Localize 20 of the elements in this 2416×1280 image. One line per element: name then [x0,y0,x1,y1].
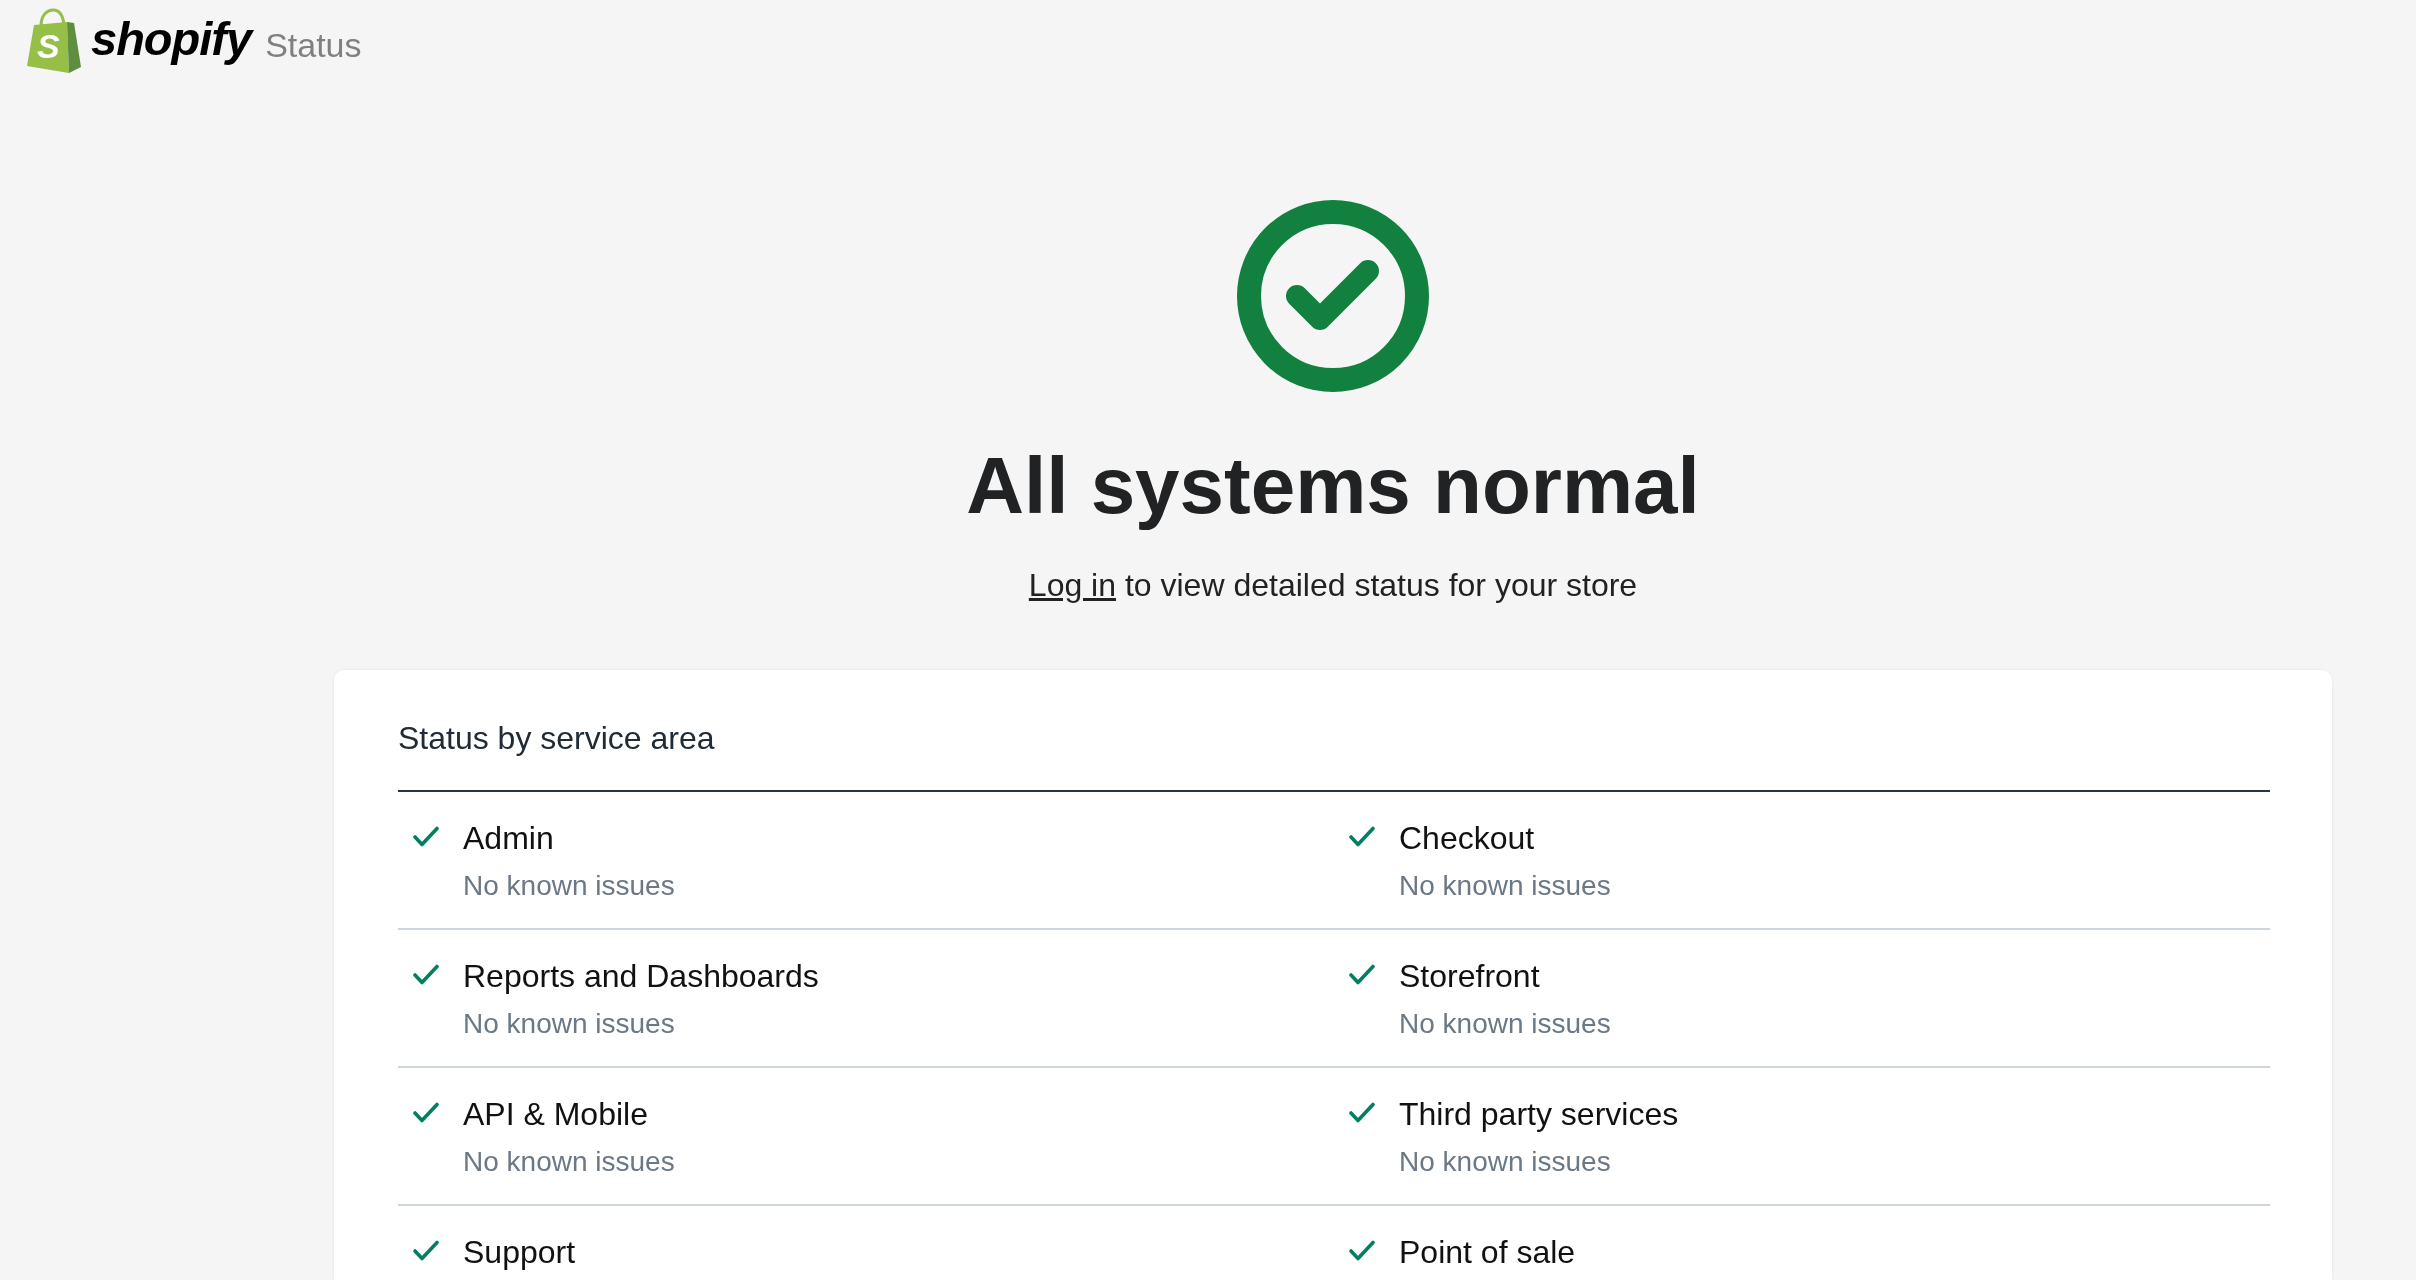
login-link[interactable]: Log in [1028,567,1116,603]
service-status: No known issues [1399,1144,1612,1179]
shopping-bag-icon [26,8,82,73]
service-status: No known issues [463,1006,676,1041]
service-name: Storefront [1399,957,1541,996]
service-name: Checkout [1399,819,1536,858]
section-heading: Status by service area [398,719,716,758]
service-name: Third party services [1399,1095,1679,1134]
service-status: No known issues [463,868,675,903]
service-status: No known issues [463,1144,675,1179]
logo-product: Status [265,27,362,62]
service-status: No known issues [1399,868,1611,903]
service-name: Reports and Dashboards [463,957,819,996]
service-name: Admin [463,819,555,858]
service-name: Support [463,1233,576,1272]
service-name: Point of sale [1399,1233,1576,1272]
login-prompt: Log in to view detailed status for your store [1028,569,1638,601]
service-status: No known issues [1399,1006,1611,1041]
service-name: API & Mobile [463,1095,649,1134]
logo-letter: S [37,29,60,63]
